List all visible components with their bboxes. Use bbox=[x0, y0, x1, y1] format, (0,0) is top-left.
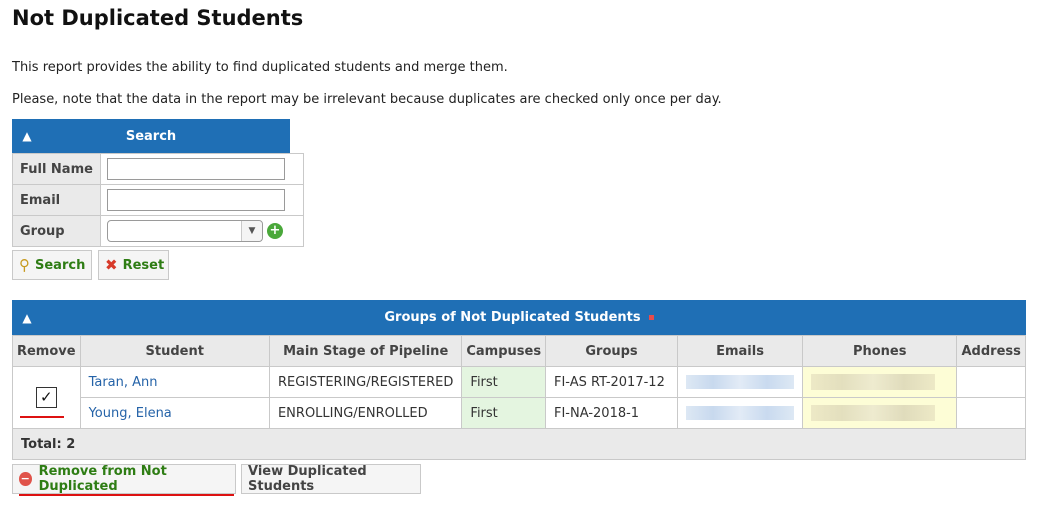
report-note: Please, note that the data in the report… bbox=[12, 92, 722, 107]
pipeline-stage: ENROLLING/ENROLLED bbox=[268, 397, 463, 429]
view-duplicated-students-button[interactable]: View Duplicated Students bbox=[241, 464, 421, 494]
search-button-label: Search bbox=[35, 257, 86, 273]
column-header[interactable]: Student bbox=[79, 335, 270, 367]
campus-cell: First bbox=[461, 397, 546, 429]
phone-cell bbox=[802, 397, 958, 429]
redacted-phone bbox=[811, 374, 936, 390]
status-marker-icon bbox=[648, 315, 654, 320]
email-label: Email bbox=[12, 184, 101, 216]
red-x-icon: ✖ bbox=[105, 256, 118, 274]
address-cell bbox=[956, 397, 1026, 429]
search-panel-header[interactable]: ▲ Search bbox=[12, 119, 290, 153]
column-header[interactable]: Main Stage of Pipeline bbox=[268, 335, 463, 367]
reset-button[interactable]: ✖ Reset bbox=[98, 250, 169, 280]
remove-checkbox[interactable]: ✓ bbox=[35, 387, 57, 408]
annotation-underline bbox=[19, 494, 234, 496]
campus-cell: First bbox=[461, 366, 546, 398]
annotation-underline bbox=[20, 416, 64, 418]
table-row: Young, Elena ENROLLING/ENROLLED First FI… bbox=[13, 397, 1026, 429]
minus-circle-icon: − bbox=[19, 472, 32, 486]
groups-panel-header[interactable]: ▲ Groups of Not Duplicated Students bbox=[12, 300, 1026, 335]
full-name-label: Full Name bbox=[12, 153, 101, 185]
full-name-input[interactable] bbox=[107, 158, 285, 180]
column-header[interactable]: Groups bbox=[544, 335, 679, 367]
magnifier-icon: ⚲ bbox=[19, 256, 30, 274]
student-link[interactable]: Young, Elena bbox=[89, 406, 172, 421]
search-panel-title: Search bbox=[125, 128, 177, 144]
total-count: Total: 2 bbox=[12, 428, 1026, 460]
column-header[interactable]: Address bbox=[956, 335, 1026, 367]
phone-cell bbox=[802, 366, 958, 398]
remove-button-label: Remove from Not Duplicated bbox=[38, 464, 167, 494]
remove-cell: ✓ bbox=[12, 366, 81, 429]
student-link[interactable]: Taran, Ann bbox=[89, 375, 158, 390]
group-cell: FI-NA-2018-1 bbox=[544, 397, 679, 429]
groups-panel-title: Groups of Not Duplicated Students bbox=[384, 310, 641, 325]
group-cell: FI-AS RT-2017-12 bbox=[544, 366, 679, 398]
email-cell bbox=[677, 397, 804, 429]
email-input[interactable] bbox=[107, 189, 285, 211]
plus-circle-icon[interactable]: + bbox=[267, 223, 283, 239]
redacted-email bbox=[686, 375, 795, 389]
group-label: Group bbox=[12, 215, 101, 247]
search-button[interactable]: ⚲ Search bbox=[12, 250, 92, 280]
chevron-up-icon[interactable]: ▲ bbox=[12, 311, 42, 325]
table-row: ✓ Taran, Ann REGISTERING/REGISTERED Firs… bbox=[12, 366, 1026, 429]
pipeline-stage: REGISTERING/REGISTERED bbox=[268, 366, 463, 398]
chevron-down-icon[interactable]: ▼ bbox=[241, 221, 262, 241]
email-cell bbox=[677, 366, 804, 398]
page-title: Not Duplicated Students bbox=[12, 6, 304, 30]
view-button-label: View Duplicated Students bbox=[248, 464, 367, 494]
column-header[interactable]: Phones bbox=[802, 335, 958, 367]
column-header[interactable]: Campuses bbox=[461, 335, 546, 367]
column-header[interactable]: Emails bbox=[677, 335, 804, 367]
table-header-row: Remove Student Main Stage of Pipeline Ca… bbox=[12, 335, 1026, 367]
remove-from-not-duplicated-button[interactable]: − Remove from Not Duplicated bbox=[12, 464, 236, 494]
students-table: Remove Student Main Stage of Pipeline Ca… bbox=[12, 335, 1026, 460]
search-form: Full Name Email Group ▼ + bbox=[12, 153, 304, 247]
redacted-email bbox=[686, 406, 795, 420]
report-description: This report provides the ability to find… bbox=[12, 60, 508, 75]
address-cell bbox=[956, 366, 1026, 398]
column-header: Remove bbox=[12, 335, 81, 367]
group-select[interactable]: ▼ bbox=[107, 220, 263, 242]
chevron-up-icon[interactable]: ▲ bbox=[12, 129, 42, 143]
total-row: Total: 2 bbox=[12, 428, 1026, 460]
reset-button-label: Reset bbox=[122, 257, 165, 273]
redacted-phone bbox=[811, 405, 936, 421]
